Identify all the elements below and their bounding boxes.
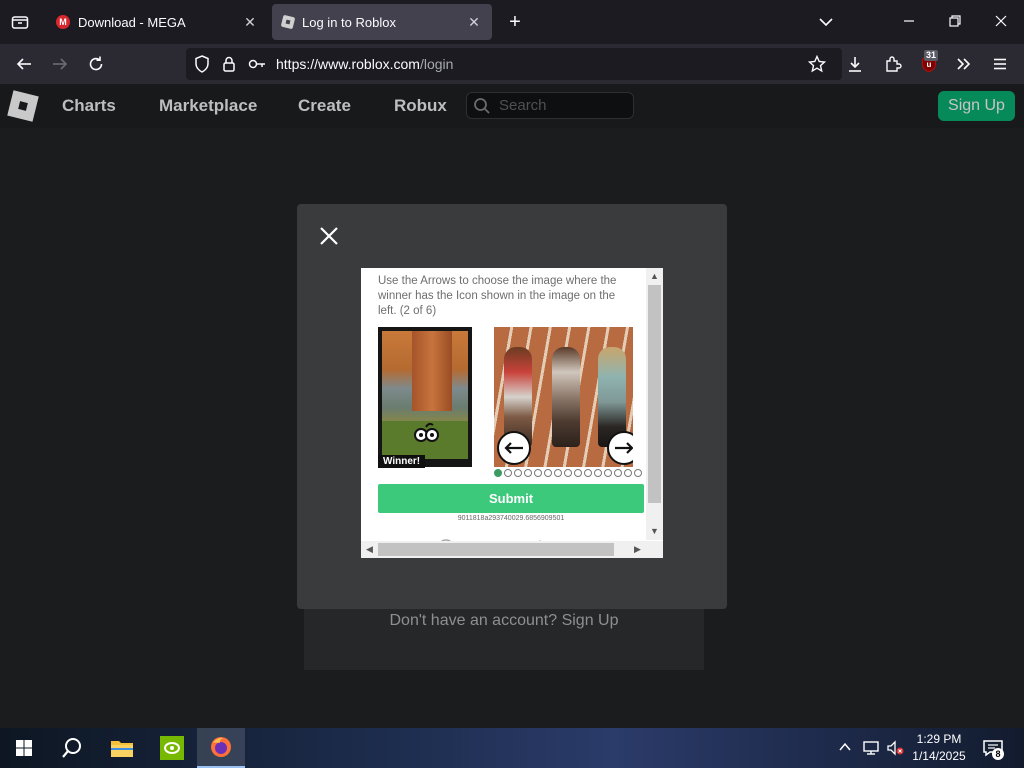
runner-middle [552, 347, 580, 447]
forward-button[interactable] [48, 52, 72, 76]
new-tab-button[interactable]: + [504, 11, 526, 33]
signup-button[interactable]: Sign Up [938, 91, 1015, 121]
tab-roblox-login[interactable]: Log in to Roblox ✕ [272, 4, 492, 40]
firefox-icon[interactable] [197, 728, 245, 768]
no-account-link[interactable]: Don't have an account? Sign Up [304, 612, 704, 630]
example-image-scene [382, 331, 468, 459]
nav-robux[interactable]: Robux [394, 96, 447, 116]
file-explorer-icon[interactable] [98, 728, 146, 768]
pagination-dot[interactable] [634, 469, 642, 477]
search-placeholder: Search [499, 97, 547, 114]
pagination-dot[interactable] [514, 469, 522, 477]
roblox-logo-icon[interactable] [7, 90, 39, 122]
pagination-dot[interactable] [574, 469, 582, 477]
hamburger-menu-icon[interactable] [988, 52, 1012, 76]
windows-start-icon[interactable] [0, 728, 48, 768]
scroll-right-icon[interactable]: ▶ [629, 541, 646, 558]
extension-badge: 31 [924, 50, 939, 61]
search-input[interactable]: Search [466, 92, 634, 119]
extensions-puzzle-icon[interactable] [881, 52, 905, 76]
network-icon[interactable] [862, 740, 880, 759]
scroll-up-icon[interactable]: ▲ [646, 268, 663, 285]
tab-strip: M Download - MEGA ✕ Log in to Roblox ✕ + [0, 0, 1024, 44]
example-image: Winner! [378, 327, 472, 468]
goggles-target-icon [412, 421, 442, 445]
vertical-scrollbar[interactable]: ▲ ▼ [646, 268, 663, 540]
pagination-dot[interactable] [584, 469, 592, 477]
tab-list-icon[interactable] [8, 10, 32, 34]
pagination-dot[interactable] [624, 469, 632, 477]
close-icon[interactable]: ✕ [242, 14, 258, 30]
url-host: https://www.roblox.com [276, 56, 420, 72]
restore-button[interactable] [945, 12, 965, 32]
tab-title: Download - MEGA [78, 14, 186, 30]
minimize-button[interactable] [899, 12, 919, 32]
choice-image [494, 327, 633, 467]
lock-icon[interactable] [222, 55, 236, 78]
nav-marketplace[interactable]: Marketplace [159, 96, 257, 116]
scroll-left-icon[interactable]: ◀ [361, 541, 378, 558]
pagination-dot[interactable] [524, 469, 532, 477]
pagination-dot[interactable] [554, 469, 562, 477]
url-text[interactable]: https://www.roblox.com/login [276, 56, 453, 72]
pagination-dot[interactable] [594, 469, 602, 477]
notification-count: 8 [992, 748, 1004, 760]
nvidia-icon[interactable] [148, 728, 196, 768]
nav-create[interactable]: Create [298, 96, 351, 116]
url-path: /login [419, 56, 454, 72]
close-icon[interactable]: ✕ [466, 14, 482, 30]
building-shape [412, 331, 452, 411]
pagination-dot[interactable] [544, 469, 552, 477]
captcha-instructions: Use the Arrows to choose the image where… [378, 275, 617, 317]
back-button[interactable] [12, 52, 36, 76]
downloads-icon[interactable] [843, 52, 867, 76]
nav-toolbar: https://www.roblox.com/login u 31 [0, 44, 1024, 84]
submit-button[interactable]: Submit [378, 484, 644, 513]
close-window-button[interactable] [991, 12, 1011, 32]
mega-icon: M [56, 15, 70, 29]
scroll-thumb[interactable] [648, 285, 661, 503]
roblox-header: Charts Marketplace Create Robux Search S… [0, 84, 1024, 128]
pagination-dot[interactable] [504, 469, 512, 477]
search-icon [473, 97, 491, 115]
pagination-dot[interactable] [494, 469, 502, 477]
bookmark-star-icon[interactable] [807, 54, 827, 78]
pagination-dot[interactable] [614, 469, 622, 477]
nav-charts[interactable]: Charts [62, 96, 116, 116]
system-clock[interactable]: 1:29 PM 1/14/2025 [906, 731, 972, 765]
svg-text:u: u [927, 60, 932, 69]
close-icon[interactable] [317, 224, 341, 248]
captcha-frame: Use the Arrows to choose the image where… [361, 268, 663, 558]
horizontal-scrollbar[interactable]: ◀ ▶ [361, 541, 663, 558]
url-bar[interactable]: https://www.roblox.com/login [186, 48, 842, 80]
key-icon[interactable] [248, 56, 266, 77]
roblox-icon [280, 14, 296, 30]
shield-icon[interactable] [194, 55, 210, 78]
tab-mega[interactable]: M Download - MEGA ✕ [46, 4, 268, 40]
pagination-dots [494, 469, 642, 477]
session-id: 9011818a293740029.6856909501 [457, 515, 565, 522]
tab-title: Log in to Roblox [302, 14, 396, 30]
show-hidden-icons[interactable] [838, 740, 852, 757]
pagination-dot[interactable] [534, 469, 542, 477]
scroll-down-icon[interactable]: ▼ [646, 523, 663, 540]
search-icon[interactable] [48, 728, 96, 768]
clock-date: 1/14/2025 [912, 749, 966, 763]
pagination-dot[interactable] [604, 469, 612, 477]
winner-label: Winner! [378, 455, 426, 468]
previous-arrow-button[interactable] [497, 431, 531, 465]
pagination-dot[interactable] [564, 469, 572, 477]
taskbar: 1:29 PM 1/14/2025 8 [0, 728, 1024, 768]
scroll-thumb[interactable] [378, 543, 614, 556]
more-tools-icon[interactable] [952, 52, 976, 76]
volume-muted-icon[interactable] [886, 740, 904, 759]
chevron-down-icon[interactable] [816, 12, 836, 32]
reload-button[interactable] [84, 52, 108, 76]
clock-time: 1:29 PM [916, 732, 962, 746]
next-arrow-button[interactable] [607, 431, 633, 465]
